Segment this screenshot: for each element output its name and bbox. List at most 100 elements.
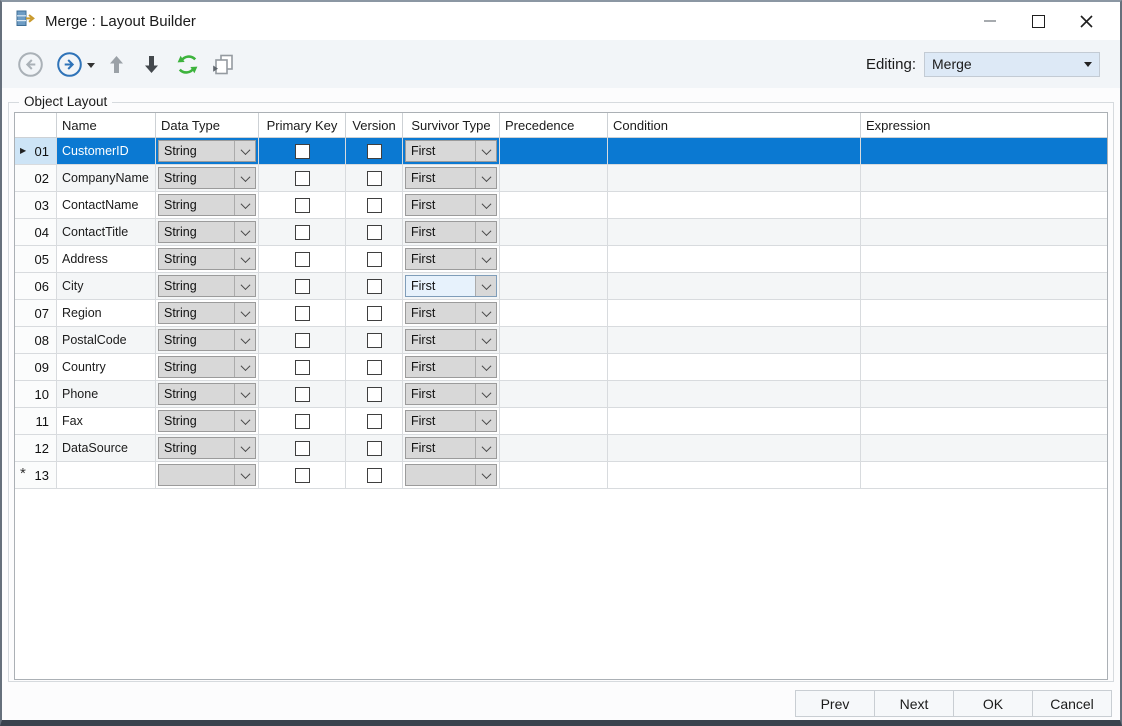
primary-key-checkbox[interactable] bbox=[294, 278, 310, 294]
primary-key-checkbox[interactable] bbox=[294, 251, 310, 267]
primary-key-checkbox[interactable] bbox=[294, 332, 310, 348]
data-type-combo[interactable]: String bbox=[158, 140, 256, 162]
chevron-down-icon[interactable] bbox=[475, 330, 496, 350]
chevron-down-icon[interactable] bbox=[234, 303, 255, 323]
editing-combo[interactable]: Merge bbox=[924, 51, 1100, 77]
precedence-cell[interactable] bbox=[500, 300, 608, 326]
condition-cell[interactable] bbox=[608, 165, 861, 191]
row-header[interactable]: 04 bbox=[15, 219, 57, 245]
name-cell[interactable]: PostalCode bbox=[57, 327, 156, 353]
data-type-combo[interactable]: String bbox=[158, 194, 256, 216]
survivor-type-combo[interactable]: First bbox=[405, 140, 497, 162]
chevron-down-icon[interactable] bbox=[234, 438, 255, 458]
data-type-combo[interactable]: String bbox=[158, 410, 256, 432]
precedence-cell[interactable] bbox=[500, 462, 608, 488]
forward-dropdown-icon[interactable] bbox=[87, 62, 95, 68]
version-checkbox[interactable] bbox=[366, 413, 382, 429]
name-cell[interactable]: Country bbox=[57, 354, 156, 380]
version-checkbox[interactable] bbox=[366, 467, 382, 483]
primary-key-checkbox[interactable] bbox=[294, 413, 310, 429]
expression-cell[interactable] bbox=[861, 381, 1107, 407]
data-type-combo[interactable]: String bbox=[158, 248, 256, 270]
ok-button[interactable]: OK bbox=[953, 690, 1033, 717]
condition-cell[interactable] bbox=[608, 192, 861, 218]
primary-key-checkbox[interactable] bbox=[294, 170, 310, 186]
precedence-cell[interactable] bbox=[500, 138, 608, 164]
column-header-condition[interactable]: Condition bbox=[608, 113, 861, 137]
chevron-down-icon[interactable] bbox=[234, 195, 255, 215]
survivor-type-combo[interactable]: First bbox=[405, 383, 497, 405]
condition-cell[interactable] bbox=[608, 354, 861, 380]
chevron-down-icon[interactable] bbox=[234, 168, 255, 188]
chevron-down-icon[interactable] bbox=[234, 330, 255, 350]
precedence-cell[interactable] bbox=[500, 273, 608, 299]
precedence-cell[interactable] bbox=[500, 165, 608, 191]
chevron-down-icon[interactable] bbox=[234, 384, 255, 404]
chevron-down-icon[interactable] bbox=[234, 249, 255, 269]
row-header[interactable]: 05 bbox=[15, 246, 57, 272]
survivor-type-combo[interactable]: First bbox=[405, 194, 497, 216]
precedence-cell[interactable] bbox=[500, 408, 608, 434]
condition-cell[interactable] bbox=[608, 381, 861, 407]
row-header[interactable]: 11 bbox=[15, 408, 57, 434]
chevron-down-icon[interactable] bbox=[475, 168, 496, 188]
version-checkbox[interactable] bbox=[366, 359, 382, 375]
condition-cell[interactable] bbox=[608, 408, 861, 434]
name-cell[interactable]: ContactTitle bbox=[57, 219, 156, 245]
row-header[interactable]: 03 bbox=[15, 192, 57, 218]
version-checkbox[interactable] bbox=[366, 251, 382, 267]
row-header[interactable]: 07 bbox=[15, 300, 57, 326]
forward-icon[interactable] bbox=[56, 51, 83, 78]
chevron-down-icon[interactable] bbox=[475, 141, 496, 161]
survivor-type-combo[interactable]: First bbox=[405, 302, 497, 324]
primary-key-checkbox[interactable] bbox=[294, 224, 310, 240]
chevron-down-icon[interactable] bbox=[475, 195, 496, 215]
column-header-name[interactable]: Name bbox=[57, 113, 156, 137]
move-down-icon[interactable] bbox=[144, 55, 159, 74]
data-type-combo[interactable]: String bbox=[158, 383, 256, 405]
refresh-icon[interactable] bbox=[175, 52, 200, 77]
version-checkbox[interactable] bbox=[366, 440, 382, 456]
precedence-cell[interactable] bbox=[500, 219, 608, 245]
name-cell[interactable]: CustomerID bbox=[57, 138, 156, 164]
name-cell[interactable]: DataSource bbox=[57, 435, 156, 461]
close-icon[interactable] bbox=[1062, 2, 1110, 40]
row-header[interactable]: 08 bbox=[15, 327, 57, 353]
copy-layout-icon[interactable] bbox=[212, 53, 235, 76]
primary-key-checkbox[interactable] bbox=[294, 386, 310, 402]
chevron-down-icon[interactable] bbox=[475, 384, 496, 404]
row-header[interactable]: 12 bbox=[15, 435, 57, 461]
expression-cell[interactable] bbox=[861, 300, 1107, 326]
chevron-down-icon[interactable] bbox=[475, 357, 496, 377]
expression-cell[interactable] bbox=[861, 354, 1107, 380]
survivor-type-combo[interactable]: First bbox=[405, 410, 497, 432]
row-header[interactable]: * 13 bbox=[15, 462, 57, 488]
primary-key-checkbox[interactable] bbox=[294, 467, 310, 483]
precedence-cell[interactable] bbox=[500, 381, 608, 407]
version-checkbox[interactable] bbox=[366, 332, 382, 348]
cancel-button[interactable]: Cancel bbox=[1032, 690, 1112, 717]
chevron-down-icon[interactable] bbox=[475, 411, 496, 431]
name-cell[interactable]: Fax bbox=[57, 408, 156, 434]
prev-button[interactable]: Prev bbox=[795, 690, 875, 717]
survivor-type-combo[interactable] bbox=[405, 464, 497, 486]
chevron-down-icon[interactable] bbox=[475, 465, 496, 485]
version-checkbox[interactable] bbox=[366, 143, 382, 159]
version-checkbox[interactable] bbox=[366, 386, 382, 402]
primary-key-checkbox[interactable] bbox=[294, 440, 310, 456]
chevron-down-icon[interactable] bbox=[234, 465, 255, 485]
condition-cell[interactable] bbox=[608, 462, 861, 488]
name-cell[interactable]: City bbox=[57, 273, 156, 299]
survivor-type-combo[interactable]: First bbox=[405, 221, 497, 243]
column-header-row-selector[interactable] bbox=[15, 113, 57, 137]
expression-cell[interactable] bbox=[861, 219, 1107, 245]
primary-key-checkbox[interactable] bbox=[294, 359, 310, 375]
condition-cell[interactable] bbox=[608, 246, 861, 272]
data-type-combo[interactable]: String bbox=[158, 302, 256, 324]
data-type-combo[interactable] bbox=[158, 464, 256, 486]
survivor-type-combo[interactable]: First bbox=[405, 248, 497, 270]
name-cell[interactable]: CompanyName bbox=[57, 165, 156, 191]
expression-cell[interactable] bbox=[861, 462, 1107, 488]
data-type-combo[interactable]: String bbox=[158, 329, 256, 351]
data-type-combo[interactable]: String bbox=[158, 221, 256, 243]
